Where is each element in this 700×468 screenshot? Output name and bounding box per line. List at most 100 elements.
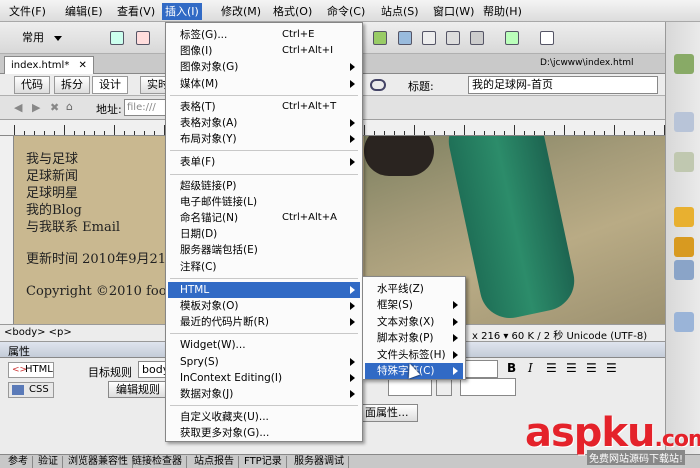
insert-menu-item[interactable]: 电子邮件链接(L): [168, 194, 360, 210]
snippets-icon[interactable]: [674, 237, 694, 257]
insert-menu-item[interactable]: 模板对象(O): [168, 298, 360, 314]
chevron-down-icon: [54, 36, 62, 41]
color-swatch[interactable]: [436, 378, 452, 396]
menu-file[interactable]: 文件(F): [6, 3, 49, 20]
files-icon[interactable]: [674, 54, 694, 74]
date-icon[interactable]: [470, 31, 484, 45]
html-submenu-item[interactable]: 脚本对象(P): [365, 330, 463, 346]
html-submenu-item[interactable]: 文件头标签(H): [365, 347, 463, 363]
media-icon[interactable]: [446, 31, 460, 45]
hyperlink-icon[interactable]: [110, 31, 124, 45]
insert-menu-item[interactable]: 注释(C): [168, 259, 360, 275]
ruler-tick: [504, 131, 505, 135]
css-styles-icon[interactable]: [674, 112, 694, 132]
div-icon[interactable]: [398, 31, 412, 45]
results-tab[interactable]: FTP记录: [240, 456, 287, 468]
title-input[interactable]: 我的足球网-首页: [468, 76, 658, 94]
insert-menu-item[interactable]: 命名锚记(N) Ctrl+Alt+A: [168, 210, 360, 226]
preview-icon[interactable]: [370, 79, 386, 91]
assets-icon[interactable]: [674, 207, 694, 227]
menu-view[interactable]: 查看(V): [114, 3, 158, 20]
align-left-icon[interactable]: ☰: [546, 361, 557, 375]
close-icon[interactable]: ✕: [79, 60, 87, 71]
insert-menu-item[interactable]: 表格对象(A): [168, 115, 360, 131]
bindings-icon[interactable]: [674, 312, 694, 332]
insert-menu-item[interactable]: Widget(W)...: [168, 337, 360, 353]
ap-elements-icon[interactable]: [674, 152, 694, 172]
results-tab[interactable]: 服务器调试: [290, 456, 349, 468]
menu-edit[interactable]: 编辑(E): [62, 3, 106, 20]
insert-menu-item[interactable]: 表格(T) Ctrl+Alt+T: [168, 99, 360, 115]
font-weight-select[interactable]: [388, 378, 432, 396]
image-icon[interactable]: [422, 31, 436, 45]
category-dropdown[interactable]: 常用: [8, 29, 68, 47]
insert-menu-item[interactable]: 超级链接(P): [168, 178, 360, 194]
snippet-icon[interactable]: [540, 31, 554, 45]
menu-site[interactable]: 站点(S): [378, 3, 422, 20]
html-submenu-item[interactable]: 水平线(Z): [365, 281, 463, 297]
color-input[interactable]: [460, 378, 516, 396]
insert-menu-item[interactable]: 自定义收藏夹(U)...: [168, 409, 360, 425]
insert-menu-item[interactable]: 标签(G)... Ctrl+E: [168, 27, 360, 43]
insert-menu-item[interactable]: 媒体(M): [168, 76, 360, 92]
ruler-tick: [524, 131, 525, 135]
ruler-tick: [454, 131, 455, 135]
back-icon[interactable]: ◀: [14, 101, 22, 114]
page-properties-button[interactable]: 面属性...: [360, 404, 418, 422]
results-tab[interactable]: 链接检查器: [128, 456, 187, 468]
results-tab[interactable]: 参考: [4, 456, 33, 468]
italic-button[interactable]: I: [528, 361, 533, 375]
bold-button[interactable]: B: [507, 361, 516, 375]
databases-icon[interactable]: [674, 260, 694, 280]
html-mode-button[interactable]: <> HTML: [8, 362, 54, 378]
refresh-icon[interactable]: ✖: [50, 101, 59, 114]
menu-format[interactable]: 格式(O): [270, 3, 315, 20]
ruler-tick: [124, 131, 125, 135]
insert-menu-item[interactable]: Spry(S): [168, 354, 360, 370]
html-submenu-item[interactable]: 框架(S): [365, 297, 463, 313]
insert-menu-item[interactable]: 布局对象(Y): [168, 131, 360, 147]
table-icon[interactable]: [373, 31, 387, 45]
document-tab[interactable]: index.html* ✕: [4, 56, 94, 74]
insert-menu-item[interactable]: 表单(F): [168, 154, 360, 170]
menu-separator: [170, 333, 358, 335]
menu-commands[interactable]: 命令(C): [324, 3, 368, 20]
edit-rule-button[interactable]: 编辑规则: [108, 381, 168, 398]
insert-menu-item[interactable]: 最近的代码片断(R): [168, 314, 360, 330]
menu-item-label: Widget(W)...: [180, 339, 246, 352]
tag-selector[interactable]: <body> <p>: [4, 327, 72, 338]
results-tab[interactable]: 站点报告: [190, 456, 239, 468]
results-tab[interactable]: 验证: [34, 456, 63, 468]
ruler-tick: [14, 125, 15, 135]
insert-menu-item[interactable]: 图像(I) Ctrl+Alt+I: [168, 43, 360, 59]
code-view-button[interactable]: 代码: [14, 76, 50, 94]
forward-icon[interactable]: ▶: [32, 101, 40, 114]
insert-menu-item[interactable]: HTML: [168, 281, 360, 298]
size-select[interactable]: [462, 360, 498, 378]
justify-icon[interactable]: ☰: [606, 361, 617, 375]
menu-modify[interactable]: 修改(M): [218, 3, 264, 20]
css-mode-button[interactable]: CSS: [8, 382, 54, 398]
html-submenu-item[interactable]: 文本对象(X): [365, 314, 463, 330]
insert-menu-item[interactable]: 数据对象(J): [168, 386, 360, 402]
align-right-icon[interactable]: ☰: [586, 361, 597, 375]
insert-menu-item[interactable]: 服务器端包括(E): [168, 242, 360, 258]
insert-menu-item[interactable]: 获取更多对象(G)...: [168, 425, 360, 441]
target-rule-select[interactable]: body: [138, 361, 169, 378]
split-view-button[interactable]: 拆分: [54, 76, 90, 94]
address-input[interactable]: file:///: [124, 99, 166, 116]
email-link-icon[interactable]: [136, 31, 150, 45]
menu-item-label: 水平线(Z): [377, 283, 424, 295]
menu-help[interactable]: 帮助(H): [480, 3, 525, 20]
home-icon[interactable]: ⌂: [66, 100, 73, 113]
results-tab[interactable]: 浏览器兼容性: [64, 456, 133, 468]
align-center-icon[interactable]: ☰: [566, 361, 577, 375]
nav-link-contact[interactable]: 与我联系 Email: [26, 216, 120, 235]
design-view-button[interactable]: 设计: [92, 76, 128, 94]
menu-window[interactable]: 窗口(W): [430, 3, 477, 20]
insert-menu-item[interactable]: 日期(D): [168, 226, 360, 242]
insert-menu-item[interactable]: InContext Editing(I): [168, 370, 360, 386]
insert-menu-item[interactable]: 图像对象(G): [168, 59, 360, 75]
template-icon[interactable]: [505, 31, 519, 45]
menu-insert[interactable]: 插入(I): [162, 3, 202, 20]
